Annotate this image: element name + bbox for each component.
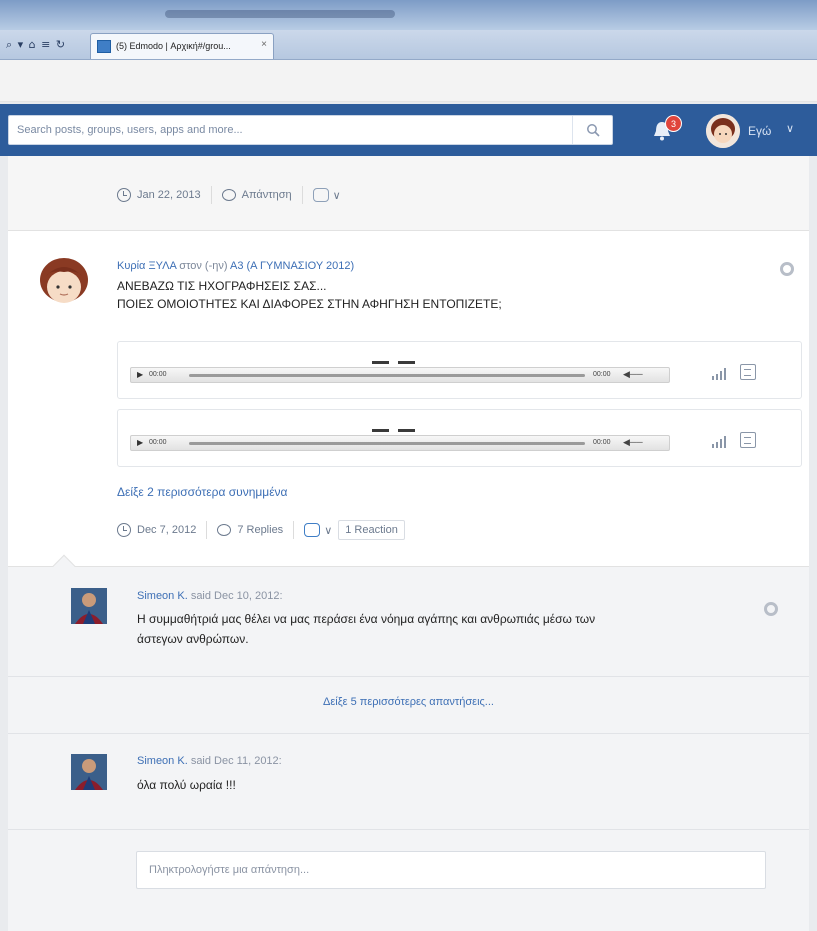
- page-top-band: [0, 60, 817, 102]
- edmodo-favicon-icon: [97, 40, 111, 53]
- post-meta: Dec 7, 2012 7 Replies ∨ 1 Reaction: [117, 520, 405, 540]
- post-body: ΑΝΕΒΑΖΩ ΤΙΣ ΗΧΟΓΡΑΦΗΣΕΙΣ ΣΑΣ... ΠΟΙΕΣ ΟΜ…: [117, 277, 502, 313]
- search-input[interactable]: Search posts, groups, users, apps and mo…: [8, 115, 613, 145]
- reply-text: Η συμμαθήτριά μας θέλει να μας περάσει έ…: [137, 609, 595, 649]
- reply-text-line: όλα πολύ ωραία !!!: [137, 778, 236, 792]
- audio-player[interactable]: ▶ 00:00 00:00 ◀──: [130, 367, 670, 383]
- signal-bars-icon[interactable]: [711, 436, 727, 448]
- comment-icon: [221, 189, 236, 201]
- reply-text-line: άστεγων ανθρώπων.: [137, 632, 249, 646]
- comment-icon: [217, 524, 232, 536]
- post-to-label: στον (-ην): [179, 260, 228, 272]
- audio-time-total: 00:00: [593, 439, 611, 446]
- post-text-line: ΑΝΕΒΑΖΩ ΤΙΣ ΗΧΟΓΡΑΦΗΣΕΙΣ ΣΑΣ...: [117, 279, 327, 293]
- post-author-line: Κυρία ΞΥΛΑ στον (-ην) Α3 (Α ΓΥΜΝΑΣΙΟΥ 20…: [117, 260, 354, 272]
- clock-icon: [117, 188, 131, 202]
- tab-close-icon[interactable]: ×: [261, 39, 267, 50]
- divider: [8, 733, 809, 734]
- show-more-attachments-link[interactable]: Δείξε 2 περισσότερα συνημμένα: [117, 485, 287, 499]
- tab-title: (5) Edmodo | Αρχική#/grou...: [116, 41, 231, 51]
- play-icon[interactable]: ▶: [137, 438, 143, 447]
- post-replies-link[interactable]: 7 Replies: [237, 524, 283, 536]
- previous-post-reply-link[interactable]: Απάντηση: [242, 189, 292, 201]
- reaction-chevron-icon[interactable]: ∨: [333, 189, 341, 202]
- chevron-down-icon[interactable]: ∨: [786, 122, 794, 135]
- browser-toolbar: ⌕ ▾ ⌂ ≡ ↻ (5) Edmodo | Αρχική#/grou... ×: [0, 30, 817, 60]
- window-title-blurred: [165, 10, 395, 18]
- reply-author-link[interactable]: Simeon K.: [137, 755, 188, 767]
- play-icon[interactable]: ▶: [137, 370, 143, 379]
- post-date[interactable]: Dec 7, 2012: [137, 524, 196, 536]
- user-avatar[interactable]: [706, 114, 740, 148]
- previous-post-footer: Jan 22, 2013 Απάντηση ∨: [8, 156, 809, 231]
- attachment-title-redacted: [372, 352, 424, 367]
- reply-date: said Dec 10, 2012:: [190, 590, 283, 602]
- document-icon[interactable]: [740, 432, 756, 448]
- reaction-count[interactable]: 1 Reaction: [338, 520, 405, 540]
- volume-icon[interactable]: ◀──: [623, 437, 643, 448]
- audio-attachment: ▶ 00:00 00:00 ◀──: [117, 341, 802, 399]
- audio-attachment: ▶ 00:00 00:00 ◀──: [117, 409, 802, 467]
- search-placeholder: Search posts, groups, users, apps and mo…: [17, 124, 243, 136]
- reaction-chevron-icon[interactable]: ∨: [324, 524, 332, 537]
- audio-time-total: 00:00: [593, 371, 611, 378]
- divider: [8, 676, 809, 677]
- reaction-icon[interactable]: [304, 523, 321, 537]
- audio-progress-track[interactable]: [189, 374, 585, 377]
- post-settings-gear-icon[interactable]: [780, 262, 794, 276]
- attachment-title-redacted: [372, 420, 424, 435]
- browser-nav-icons[interactable]: ⌕ ▾ ⌂ ≡ ↻: [6, 38, 66, 52]
- audio-time-current: 00:00: [149, 439, 167, 446]
- audio-progress-track[interactable]: [189, 442, 585, 445]
- reply-input[interactable]: Πληκτρολογήστε μια απάντηση...: [136, 851, 766, 889]
- previous-post-meta: Jan 22, 2013 Απάντηση ∨: [117, 186, 341, 204]
- post-author-link[interactable]: Κυρία ΞΥΛΑ: [117, 260, 176, 272]
- show-more-replies-link[interactable]: Δείξε 5 περισσότερες απαντήσεις...: [8, 696, 809, 708]
- reply-author-avatar[interactable]: [71, 754, 107, 790]
- reply-text-line: Η συμμαθήτριά μας θέλει να μας περάσει έ…: [137, 612, 596, 626]
- post-text-line: ΠΟΙΕΣ ΟΜΟΙΟΤΗΤΕΣ ΚΑΙ ΔΙΑΦΟΡΕΣ ΣΤΗΝ ΑΦΗΓΗ…: [117, 297, 502, 311]
- divider: [8, 829, 809, 830]
- reply-settings-gear-icon[interactable]: [764, 602, 778, 616]
- previous-post-date[interactable]: Jan 22, 2013: [137, 189, 201, 201]
- reply-author-link[interactable]: Simeon K.: [137, 590, 188, 602]
- reply-text: όλα πολύ ωραία !!!: [137, 775, 236, 795]
- volume-icon[interactable]: ◀──: [623, 369, 643, 380]
- clock-icon: [117, 523, 131, 537]
- audio-player[interactable]: ▶ 00:00 00:00 ◀──: [130, 435, 670, 451]
- post-author-avatar[interactable]: [38, 256, 90, 308]
- reply-header: Simeon K. said Dec 10, 2012:: [137, 590, 283, 602]
- post-group-link[interactable]: Α3 (Α ΓΥΜΝΑΣΙΟΥ 2012): [230, 260, 354, 272]
- feed-panel: Jan 22, 2013 Απάντηση ∨ Κυρία ΞΥΛΑ στον …: [8, 156, 809, 931]
- signal-bars-icon[interactable]: [711, 368, 727, 380]
- reply-date: said Dec 11, 2012:: [190, 755, 282, 767]
- search-icon[interactable]: [572, 116, 612, 144]
- reaction-icon[interactable]: [312, 188, 329, 202]
- window-titlebar: [0, 0, 817, 30]
- user-menu-label[interactable]: Εγώ: [748, 124, 771, 138]
- reply-input-placeholder: Πληκτρολογήστε μια απάντηση...: [149, 864, 310, 876]
- app-header: Search posts, groups, users, apps and mo…: [0, 104, 817, 156]
- reply-header: Simeon K. said Dec 11, 2012:: [137, 755, 282, 767]
- notification-badge[interactable]: 3: [665, 115, 682, 132]
- reply-author-avatar[interactable]: [71, 588, 107, 624]
- document-icon[interactable]: [740, 364, 756, 380]
- browser-tab[interactable]: (5) Edmodo | Αρχική#/grou... ×: [90, 33, 274, 59]
- audio-time-current: 00:00: [149, 371, 167, 378]
